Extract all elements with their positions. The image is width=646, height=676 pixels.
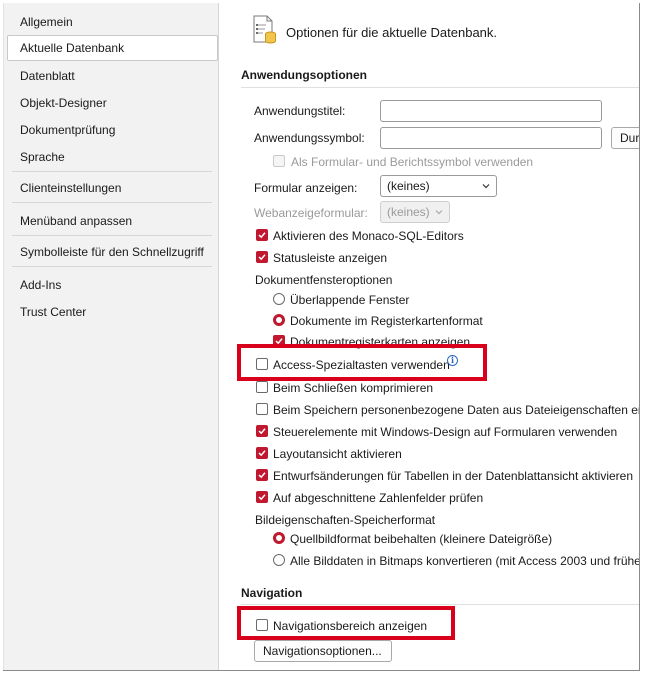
show-navigation-pane-checkbox[interactable]	[256, 619, 268, 631]
design-changes-checkbox[interactable]	[256, 469, 268, 481]
sidebar-divider	[12, 235, 212, 236]
tabbed-documents-radio[interactable]	[273, 314, 285, 326]
sidebar-item-trust-center[interactable]: Trust Center	[7, 299, 218, 325]
sidebar-divider	[12, 171, 212, 172]
overlapping-windows-radio[interactable]	[273, 293, 285, 305]
compact-on-close-label: Beim Schließen komprimieren	[273, 381, 434, 395]
sidebar-item-menueband-anpassen[interactable]: Menüband anpassen	[7, 208, 218, 234]
layout-view-label: Layoutansicht aktivieren	[273, 447, 402, 461]
windows-themed-controls-label: Steuerelemente mit Windows-Design auf Fo…	[273, 425, 618, 439]
show-navigation-pane-label: Navigationsbereich anzeigen	[273, 619, 428, 633]
truncated-fields-label: Auf abgeschnittene Zahlenfelder prüfen	[273, 491, 484, 505]
checkmark-icon	[258, 494, 266, 501]
section-divider	[241, 604, 639, 605]
checkmark-icon	[258, 232, 266, 239]
checkmark-icon	[258, 428, 266, 435]
checkmark-icon	[258, 472, 266, 479]
document-database-icon	[252, 15, 278, 45]
web-form-select[interactable]: (keines)	[380, 201, 450, 223]
convert-to-bitmaps-label: Alle Bilddaten in Bitmaps konvertieren (…	[290, 554, 639, 568]
display-form-select[interactable]: (keines)	[380, 175, 497, 197]
section-title-navigation: Navigation	[241, 586, 303, 600]
use-as-icon-label: Als Formular- und Berichtssymbol verwend…	[291, 155, 534, 169]
sidebar-item-clienteinstellungen[interactable]: Clienteinstellungen	[7, 175, 218, 201]
special-keys-label: Access-Spezialtasten verwenden	[273, 358, 450, 372]
header-text: Optionen für die aktuelle Datenbank.	[286, 25, 498, 40]
options-content: Optionen für die aktuelle Datenbank. Anw…	[220, 3, 639, 670]
special-keys-checkbox[interactable]	[256, 358, 268, 370]
sidebar-item-add-ins[interactable]: Add-Ins	[7, 272, 218, 298]
display-form-label: Formular anzeigen:	[254, 181, 358, 195]
layout-view-checkbox[interactable]	[256, 447, 268, 459]
doc-window-options-label: Dokumentfensteroptionen	[255, 273, 393, 287]
sidebar-item-dokumentpruefung[interactable]: Dokumentprüfung	[7, 117, 218, 143]
section-title-anwendungsoptionen: Anwendungsoptionen	[241, 68, 367, 82]
web-form-label: Webanzeigeformular:	[254, 206, 368, 220]
checkmark-icon	[275, 338, 283, 345]
monaco-label: Aktivieren des Monaco-SQL-Editors	[273, 229, 464, 243]
app-title-input[interactable]	[380, 100, 602, 122]
remove-personal-info-label: Beim Speichern personenbezogene Daten au…	[273, 403, 639, 417]
options-sidebar: Allgemein Aktuelle Datenbank Datenblatt …	[3, 3, 219, 670]
app-icon-label: Anwendungssymbol:	[254, 131, 365, 145]
checkmark-icon	[258, 254, 266, 261]
convert-to-bitmaps-radio[interactable]	[273, 554, 285, 566]
monaco-checkbox[interactable]	[256, 229, 268, 241]
truncated-fields-checkbox[interactable]	[256, 491, 268, 503]
sidebar-item-allgemein[interactable]: Allgemein	[7, 9, 218, 35]
overlapping-windows-label: Überlappende Fenster	[290, 293, 410, 307]
info-icon[interactable]: i	[447, 355, 458, 366]
app-title-label: Anwendungstitel:	[254, 104, 346, 118]
design-changes-label: Entwurfsänderungen für Tabellen in der D…	[273, 469, 633, 483]
display-form-value: (keines)	[387, 179, 430, 193]
preserve-source-format-label: Quellbildformat beibehalten (kleinere Da…	[290, 532, 553, 546]
picture-storage-label: Bildeigenschaften-Speicherformat	[255, 513, 436, 527]
statusbar-label: Statusleiste anzeigen	[273, 251, 388, 265]
sidebar-divider	[12, 266, 212, 267]
section-divider	[241, 87, 639, 88]
sidebar-item-aktuelle-datenbank[interactable]: Aktuelle Datenbank	[7, 35, 218, 61]
checkmark-icon	[258, 450, 266, 457]
windows-themed-controls-checkbox[interactable]	[256, 425, 268, 437]
app-icon-input[interactable]	[380, 127, 602, 149]
statusbar-checkbox[interactable]	[256, 251, 268, 263]
tabbed-documents-label: Dokumente im Registerkartenformat	[290, 314, 483, 328]
doc-tabs-checkbox[interactable]	[273, 335, 285, 347]
chevron-down-icon	[482, 184, 490, 189]
options-window: Allgemein Aktuelle Datenbank Datenblatt …	[3, 3, 640, 671]
browse-button[interactable]: Durchsuchen...	[611, 127, 639, 149]
sidebar-item-schnellzugriff[interactable]: Symbolleiste für den Schnellzugriff	[7, 239, 218, 265]
compact-on-close-checkbox[interactable]	[256, 381, 268, 393]
chevron-down-icon	[435, 210, 443, 215]
web-form-value: (keines)	[387, 205, 430, 219]
doc-tabs-label: Dokumentregisterkarten anzeigen	[290, 335, 471, 349]
sidebar-divider	[12, 202, 212, 203]
sidebar-item-datenblatt[interactable]: Datenblatt	[7, 63, 218, 89]
sidebar-item-objekt-designer[interactable]: Objekt-Designer	[7, 90, 218, 116]
use-as-icon-checkbox[interactable]	[273, 155, 285, 167]
sidebar-item-sprache[interactable]: Sprache	[7, 144, 218, 170]
preserve-source-format-radio[interactable]	[273, 532, 285, 544]
remove-personal-info-checkbox[interactable]	[256, 403, 268, 415]
navigation-options-button[interactable]: Navigationsoptionen...	[254, 640, 392, 662]
